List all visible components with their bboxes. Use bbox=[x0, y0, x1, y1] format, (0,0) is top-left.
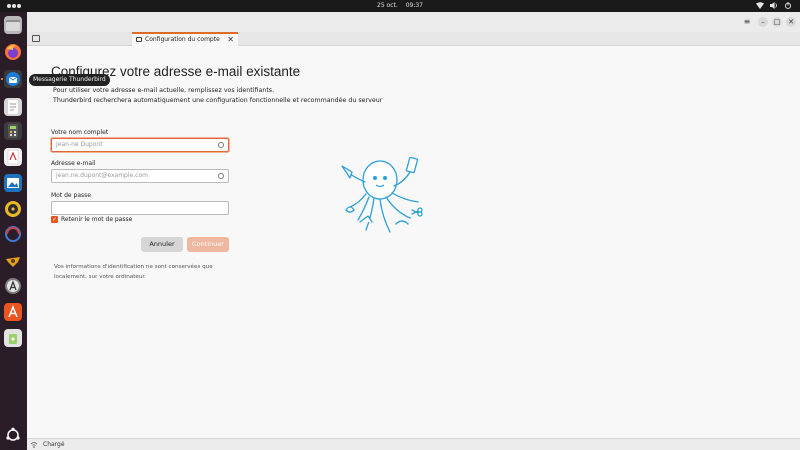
intro-line-1: Pour utiliser votre adresse e-mail actue… bbox=[53, 87, 275, 94]
tab-bar: Configuration du compte ✕ bbox=[27, 32, 800, 46]
document-viewer-icon[interactable] bbox=[4, 148, 22, 166]
clock-time: 09:37 bbox=[405, 2, 423, 9]
calculator-icon[interactable] bbox=[4, 122, 22, 140]
app-center-icon[interactable] bbox=[4, 303, 22, 321]
connection-icon bbox=[30, 442, 38, 448]
tab-label: Configuration du compte bbox=[145, 36, 220, 43]
folder-icon[interactable] bbox=[32, 35, 40, 42]
maximize-button[interactable]: □ bbox=[772, 17, 782, 27]
continue-button[interactable]: Continuer bbox=[187, 237, 229, 252]
password-field[interactable] bbox=[51, 201, 229, 215]
cancel-button[interactable]: Annuler bbox=[141, 237, 183, 252]
files-icon[interactable] bbox=[4, 16, 22, 34]
close-tab-icon[interactable]: ✕ bbox=[227, 34, 234, 45]
dock bbox=[0, 12, 27, 450]
intro-line-2: Thunderbird recherchera automatiquement … bbox=[53, 97, 383, 104]
thunderbird-window: ≡ – □ ✕ Configuration du compte ✕ Config… bbox=[27, 12, 800, 450]
software-updater-icon[interactable] bbox=[4, 277, 22, 295]
hamburger-menu-icon[interactable]: ≡ bbox=[742, 17, 752, 27]
volume-icon bbox=[770, 2, 778, 9]
settings-icon[interactable] bbox=[4, 225, 22, 243]
show-apps-icon[interactable] bbox=[4, 426, 22, 444]
email-placeholder: jean.ne.dupont@example.com bbox=[56, 172, 148, 179]
title-bar[interactable]: ≡ – □ ✕ bbox=[27, 12, 800, 32]
minimize-button[interactable]: – bbox=[758, 17, 768, 27]
clock-date: 25 oct. bbox=[377, 2, 398, 9]
firefox-icon[interactable] bbox=[4, 43, 22, 61]
clock[interactable]: 25 oct. 09:37 bbox=[0, 2, 800, 9]
info-icon[interactable] bbox=[218, 173, 224, 179]
email-field[interactable]: jean.ne.dupont@example.com bbox=[51, 169, 229, 183]
trash-icon[interactable] bbox=[4, 329, 22, 347]
power-icon bbox=[784, 2, 792, 9]
email-label: Adresse e-mail bbox=[51, 160, 96, 167]
privacy-note-line-2: localement, sur votre ordinateur. bbox=[54, 274, 146, 280]
remember-password-label: Retenir le mot de passe bbox=[61, 216, 133, 223]
close-window-button[interactable]: ✕ bbox=[786, 17, 796, 27]
full-name-field[interactable]: Jean-ne Dupont bbox=[51, 138, 229, 152]
account-icon bbox=[136, 37, 142, 42]
wifi-icon bbox=[756, 2, 764, 9]
top-panel: 25 oct. 09:37 bbox=[0, 0, 800, 12]
text-editor-icon[interactable] bbox=[4, 98, 22, 116]
thunderbird-icon[interactable] bbox=[4, 70, 22, 88]
octopus-mascot-illustration bbox=[341, 156, 423, 233]
rhythmbox-icon[interactable] bbox=[4, 200, 22, 218]
status-text: Chargé bbox=[43, 441, 65, 448]
info-icon[interactable] bbox=[218, 142, 224, 148]
running-indicator bbox=[1, 78, 3, 80]
checkmark-icon[interactable]: ✓ bbox=[51, 216, 58, 223]
tab-account-setup[interactable]: Configuration du compte ✕ bbox=[132, 32, 238, 46]
image-viewer-icon[interactable] bbox=[4, 174, 22, 192]
dock-tooltip: Messagerie Thunderbird bbox=[29, 74, 110, 86]
password-label: Mot de passe bbox=[51, 192, 91, 199]
status-bar: Chargé bbox=[27, 438, 800, 450]
system-tray[interactable] bbox=[756, 2, 792, 9]
name-label: Votre nom complet bbox=[51, 129, 109, 136]
name-placeholder: Jean-ne Dupont bbox=[56, 141, 103, 148]
backup-icon[interactable] bbox=[4, 252, 22, 270]
privacy-note-line-1: Vos informations d'identification ne son… bbox=[54, 264, 213, 270]
